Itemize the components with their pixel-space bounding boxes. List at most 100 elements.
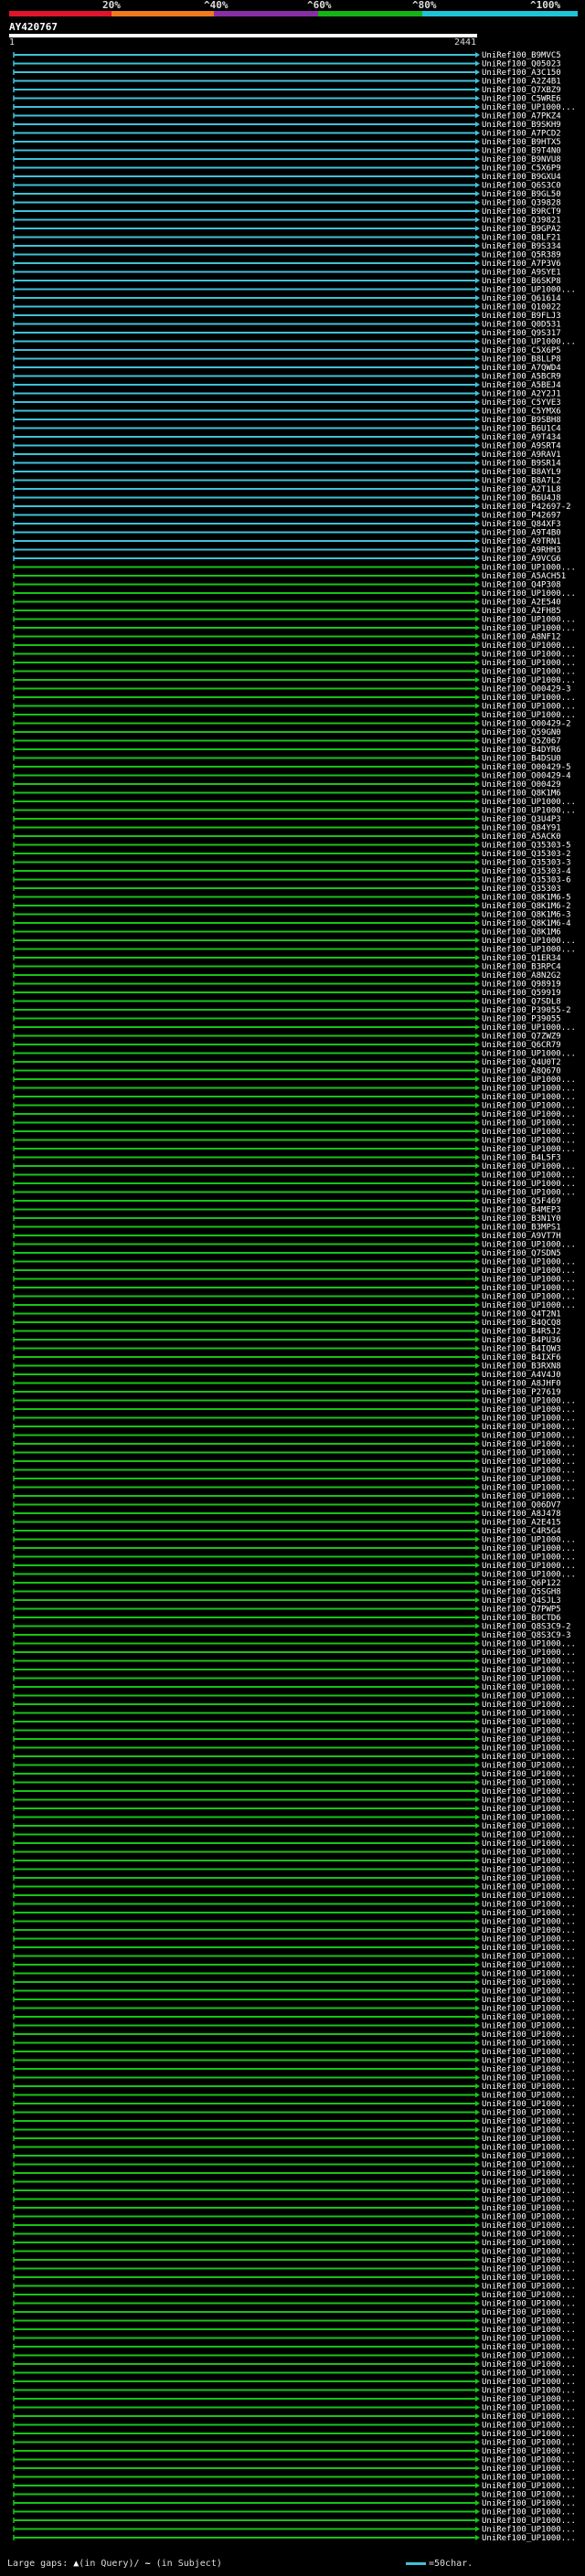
hit-name-link[interactable]: UniRef100_UP1000...	[482, 2256, 576, 2265]
hit-name-link[interactable]: UniRef100_B3N1Y0	[482, 1214, 561, 1224]
hit-name-link[interactable]: UniRef100_UP1000...	[482, 2534, 576, 2543]
hit-name-link[interactable]: UniRef100_UP1000...	[482, 1970, 576, 1979]
hit-name-link[interactable]: UniRef100_UP1000...	[482, 103, 576, 112]
hit-name-link[interactable]: UniRef100_UP1000...	[482, 1553, 576, 1563]
hit-name-link[interactable]: UniRef100_UP1000...	[482, 668, 576, 677]
hit-name-link[interactable]: UniRef100_UP1000...	[482, 2456, 576, 2465]
hit-name-link[interactable]: UniRef100_UP1000...	[482, 1128, 576, 1137]
hit-name-link[interactable]: UniRef100_UP1000...	[482, 1648, 576, 1658]
hit-name-link[interactable]: UniRef100_B4QCQ8	[482, 1319, 561, 1328]
hit-name-link[interactable]: UniRef100_B3RXN8	[482, 1362, 561, 1372]
hit-name-link[interactable]: UniRef100_Q84XF3	[482, 520, 561, 529]
hit-name-link[interactable]: UniRef100_UP1000...	[482, 1787, 576, 1797]
hit-name-link[interactable]: UniRef100_C5YVE3	[482, 398, 561, 408]
hit-name-link[interactable]: UniRef100_UP1000...	[482, 651, 576, 660]
hit-name-link[interactable]: UniRef100_Q35303-5	[482, 842, 571, 851]
hit-name-link[interactable]: UniRef100_UP1000...	[482, 1988, 576, 1997]
hit-name-link[interactable]: UniRef100_UP1000...	[482, 1284, 576, 1293]
hit-name-link[interactable]: UniRef100_UP1000...	[482, 1267, 576, 1276]
hit-name-link[interactable]: UniRef100_UP1000...	[482, 1753, 576, 1762]
hit-name-link[interactable]: UniRef100_C5X6P5	[482, 346, 561, 355]
hit-name-link[interactable]: UniRef100_UP1000...	[482, 1171, 576, 1181]
hit-name-link[interactable]: UniRef100_UP1000...	[482, 2126, 576, 2136]
hit-name-link[interactable]: UniRef100_UP1000...	[482, 2291, 576, 2300]
hit-name-link[interactable]: UniRef100_UP1000...	[482, 1119, 576, 1129]
hit-name-link[interactable]: UniRef100_UP1000...	[482, 2395, 576, 2404]
hit-name-link[interactable]: UniRef100_UP1000...	[482, 1085, 576, 1094]
hit-name-link[interactable]: UniRef100_B0CTD6	[482, 1614, 561, 1623]
hit-name-link[interactable]: UniRef100_UP1000...	[482, 1640, 576, 1649]
hit-name-link[interactable]: UniRef100_UP1000...	[482, 1762, 576, 1771]
hit-name-link[interactable]: UniRef100_Q39821	[482, 217, 561, 226]
hit-name-link[interactable]: UniRef100_A5BCR9	[482, 373, 561, 382]
hit-name-link[interactable]: UniRef100_Q10022	[482, 303, 561, 313]
hit-name-link[interactable]: UniRef100_UP1000...	[482, 2213, 576, 2222]
hit-name-link[interactable]: UniRef100_UP1000...	[482, 1458, 576, 1467]
hit-name-link[interactable]: UniRef100_A9RHH3	[482, 546, 561, 556]
hit-name-link[interactable]: UniRef100_Q35303-3	[482, 859, 571, 868]
hit-name-link[interactable]: UniRef100_UP1000...	[482, 1822, 576, 1831]
hit-name-link[interactable]: UniRef100_Q35303	[482, 885, 561, 894]
hit-name-link[interactable]: UniRef100_UP1000...	[482, 1110, 576, 1119]
hit-name-link[interactable]: UniRef100_B9RCT9	[482, 207, 561, 217]
hit-name-link[interactable]: UniRef100_UP1000...	[482, 2378, 576, 2387]
hit-name-link[interactable]: UniRef100_Q61614	[482, 294, 561, 303]
hit-name-link[interactable]: UniRef100_B9SKH9	[482, 121, 561, 130]
hit-name-link[interactable]: UniRef100_A2FH85	[482, 607, 561, 616]
hit-name-link[interactable]: UniRef100_UP1000...	[482, 1805, 576, 1814]
hit-name-link[interactable]: UniRef100_UP1000...	[482, 2491, 576, 2500]
hit-name-link[interactable]: UniRef100_A9SRT4	[482, 442, 561, 451]
hit-name-link[interactable]: UniRef100_UP1000...	[482, 1405, 576, 1415]
hit-name-link[interactable]: UniRef100_UP1000...	[482, 2439, 576, 2448]
hit-name-link[interactable]: UniRef100_C4R5G4	[482, 1527, 561, 1536]
hit-name-link[interactable]: UniRef100_UP1000...	[482, 1779, 576, 1788]
hit-name-link[interactable]: UniRef100_UP1000...	[482, 1770, 576, 1779]
hit-name-link[interactable]: UniRef100_B4PU36	[482, 1336, 561, 1345]
hit-name-link[interactable]: UniRef100_Q6S3C0	[482, 182, 561, 191]
hit-name-link[interactable]: UniRef100_B9T4N0	[482, 147, 561, 156]
hit-name-link[interactable]: UniRef100_Q3U4P3	[482, 815, 561, 824]
hit-name-link[interactable]: UniRef100_UP1000...	[482, 2083, 576, 2092]
hit-name-link[interactable]: UniRef100_Q59GN0	[482, 728, 561, 737]
hit-name-link[interactable]: UniRef100_UP1000...	[482, 1744, 576, 1754]
hit-name-link[interactable]: UniRef100_Q7SDN5	[482, 1249, 561, 1258]
hit-name-link[interactable]: UniRef100_UP1000...	[482, 2265, 576, 2274]
hit-name-link[interactable]: UniRef100_A7PKZ4	[482, 112, 561, 122]
hit-name-link[interactable]: UniRef100_UP1000...	[482, 1701, 576, 1710]
hit-name-link[interactable]: UniRef100_UP1000...	[482, 2335, 576, 2344]
hit-name-link[interactable]: UniRef100_A9T4B0	[482, 529, 561, 538]
hit-name-link[interactable]: UniRef100_Q4T2N1	[482, 1310, 561, 1320]
hit-name-link[interactable]: UniRef100_UP1000...	[482, 2352, 576, 2361]
hit-name-link[interactable]: UniRef100_Q59919	[482, 989, 561, 998]
hit-name-link[interactable]: UniRef100_A9TRN1	[482, 537, 561, 546]
hit-name-link[interactable]: UniRef100_UP1000...	[482, 1301, 576, 1310]
hit-name-link[interactable]: UniRef100_UP1000...	[482, 659, 576, 668]
hit-name-link[interactable]: UniRef100_Q5SGH8	[482, 1588, 561, 1597]
hit-name-link[interactable]: UniRef100_UP1000...	[482, 1093, 576, 1102]
hit-name-link[interactable]: UniRef100_UP1000...	[482, 1666, 576, 1675]
hit-name-link[interactable]: UniRef100_B9SR14	[482, 460, 561, 469]
hit-name-link[interactable]: UniRef100_Q0D531	[482, 321, 561, 330]
hit-name-link[interactable]: UniRef100_A2Y2J1	[482, 390, 561, 399]
hit-name-link[interactable]: UniRef100_A7P3V6	[482, 260, 561, 269]
hit-name-link[interactable]: UniRef100_A2E540	[482, 599, 561, 608]
hit-name-link[interactable]: UniRef100_B9GPA2	[482, 225, 561, 234]
hit-name-link[interactable]: UniRef100_A9RAV1	[482, 451, 561, 460]
hit-name-link[interactable]: UniRef100_Q06DV7	[482, 1501, 561, 1511]
hit-name-link[interactable]: UniRef100_B9GL50	[482, 190, 561, 199]
hit-name-link[interactable]: UniRef100_Q7PWP5	[482, 1606, 561, 1615]
hit-name-link[interactable]: UniRef100_UP1000...	[482, 2526, 576, 2535]
hit-name-link[interactable]: UniRef100_A7PCD2	[482, 130, 561, 139]
hit-name-link[interactable]: UniRef100_A8NF12	[482, 633, 561, 642]
hit-name-link[interactable]: UniRef100_UP1000...	[482, 2057, 576, 2066]
hit-name-link[interactable]: UniRef100_UP1000...	[482, 2178, 576, 2188]
hit-name-link[interactable]: UniRef100_UP1000...	[482, 2465, 576, 2474]
hit-name-link[interactable]: UniRef100_Q35303-2	[482, 850, 571, 859]
hit-name-link[interactable]: UniRef100_Q6P122	[482, 1579, 561, 1588]
hit-name-link[interactable]: UniRef100_Q5Z067	[482, 737, 561, 747]
hit-name-link[interactable]: UniRef100_Q39828	[482, 199, 561, 208]
hit-name-link[interactable]: UniRef100_A2T1L8	[482, 485, 561, 494]
hit-name-link[interactable]: UniRef100_UP1000...	[482, 616, 576, 625]
hit-name-link[interactable]: UniRef100_B9GXU4	[482, 173, 561, 182]
hit-name-link[interactable]: UniRef100_Q35303-6	[482, 876, 571, 885]
